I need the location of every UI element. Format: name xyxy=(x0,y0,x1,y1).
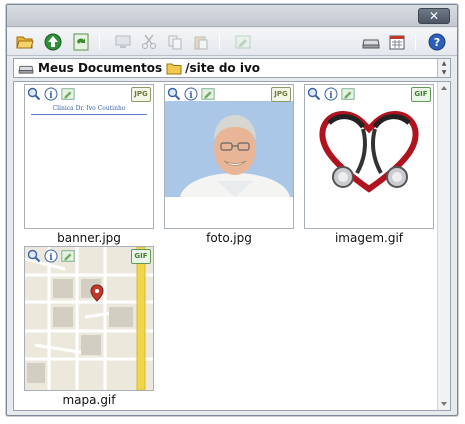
file-name[interactable]: imagem.gif xyxy=(304,231,434,245)
zoom-icon[interactable] xyxy=(26,248,42,264)
file-tile-foto[interactable]: i JPG foto.jpg xyxy=(164,84,294,245)
zoom-icon[interactable] xyxy=(166,86,182,102)
stethoscope-heart-image xyxy=(319,111,419,193)
edit-image-icon[interactable] xyxy=(60,86,76,102)
drive-icon[interactable] xyxy=(361,33,381,51)
info-icon[interactable]: i xyxy=(43,86,59,102)
paste-icon[interactable] xyxy=(191,33,211,51)
copy-icon[interactable] xyxy=(165,33,185,51)
banner-text: Clínica Dr. Ivo Coutinho xyxy=(52,105,126,112)
svg-text:i: i xyxy=(189,91,193,101)
folder-open-icon[interactable] xyxy=(15,33,35,51)
path-spinner[interactable]: ▲ ▼ xyxy=(437,59,450,77)
file-name[interactable]: foto.jpg xyxy=(164,231,294,245)
file-name[interactable]: banner.jpg xyxy=(24,231,154,245)
title-bar: ✕ xyxy=(7,5,457,27)
refresh-icon[interactable] xyxy=(71,33,91,51)
thumbnail[interactable]: i GIF xyxy=(24,246,154,391)
zoom-icon[interactable] xyxy=(26,86,42,102)
toolbar: ? xyxy=(7,28,457,56)
file-tile-imagem[interactable]: i GIF imagem.gif xyxy=(304,84,434,245)
info-icon[interactable]: i xyxy=(43,248,59,264)
svg-text:i: i xyxy=(49,91,53,101)
type-badge: JPG xyxy=(131,87,151,102)
monitor-icon[interactable] xyxy=(113,33,133,51)
calendar-view-icon[interactable] xyxy=(387,33,407,51)
zoom-icon[interactable] xyxy=(306,86,322,102)
type-badge: GIF xyxy=(411,87,431,102)
edit-image-icon[interactable] xyxy=(200,86,216,102)
banner-preview: Clínica Dr. Ivo Coutinho xyxy=(25,101,153,121)
scroll-down-icon[interactable] xyxy=(441,402,447,406)
info-icon[interactable]: i xyxy=(323,86,339,102)
file-name[interactable]: mapa.gif xyxy=(24,393,154,407)
file-grid: i JPG Clínica Dr. Ivo Coutinho banner.jp… xyxy=(13,81,451,411)
svg-text:i: i xyxy=(329,91,333,101)
path-folder[interactable]: /site do ivo xyxy=(185,61,260,75)
close-button[interactable]: ✕ xyxy=(418,8,450,24)
thumbnail[interactable]: i JPG Clínica Dr. Ivo Coutinho xyxy=(24,84,154,229)
info-icon[interactable]: i xyxy=(183,86,199,102)
file-tile-banner[interactable]: i JPG Clínica Dr. Ivo Coutinho banner.jp… xyxy=(24,84,154,245)
scissors-icon[interactable] xyxy=(139,33,159,51)
thumbnail[interactable]: i JPG xyxy=(164,84,294,229)
drive-icon xyxy=(18,62,34,74)
type-badge: GIF xyxy=(131,249,151,264)
type-badge: JPG xyxy=(271,87,291,102)
path-bar[interactable]: Meus Documentos /site do ivo ▲ ▼ xyxy=(13,58,451,78)
folder-icon xyxy=(166,62,182,75)
portrait-photo xyxy=(165,101,293,197)
help-icon[interactable]: ? xyxy=(427,33,447,51)
banner-rule xyxy=(31,114,147,115)
vertical-scrollbar[interactable] xyxy=(437,82,450,410)
svg-text:?: ? xyxy=(434,36,440,49)
edit-image-icon[interactable] xyxy=(60,248,76,264)
map-image xyxy=(25,247,153,390)
file-tile-mapa[interactable]: i GIF mapa.gif xyxy=(24,246,154,407)
scroll-up-icon[interactable] xyxy=(441,86,447,90)
toolbar-separator xyxy=(219,34,220,50)
toolbar-separator xyxy=(415,34,416,50)
up-arrow-globe-icon[interactable] xyxy=(43,33,63,51)
edit-image-icon[interactable] xyxy=(233,33,253,51)
svg-text:i: i xyxy=(49,253,53,263)
thumbnail[interactable]: i GIF xyxy=(304,84,434,229)
edit-image-icon[interactable] xyxy=(340,86,356,102)
toolbar-separator xyxy=(99,34,100,50)
file-browser-window: ✕ ? Meus Documentos /site do ivo ▲ ▼ i J… xyxy=(6,4,458,416)
path-root[interactable]: Meus Documentos xyxy=(38,61,162,75)
